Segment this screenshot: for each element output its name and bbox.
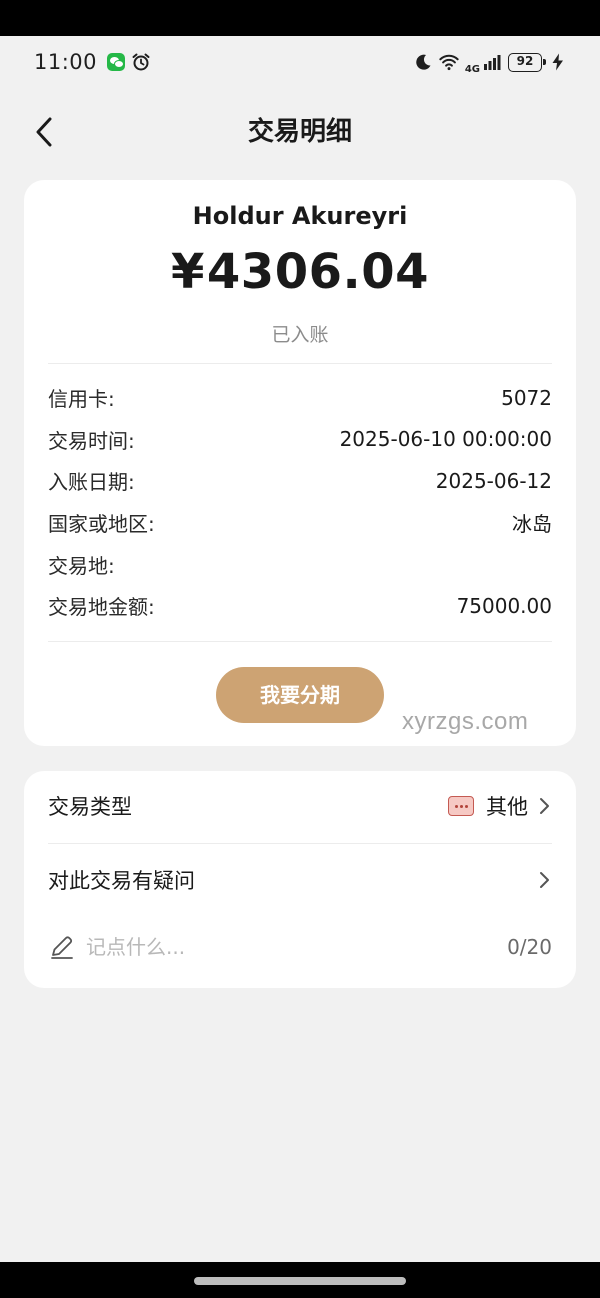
screen: 11:00 4G 92 交易明细 Holdur Akureyri ¥4306.0… (0, 36, 600, 1262)
network-type-label: 4G (464, 63, 480, 75)
navigation-bar (0, 1262, 600, 1298)
dispute-transaction-row[interactable]: 对此交易有疑问 (48, 845, 552, 915)
do-not-disturb-moon-icon (416, 54, 431, 70)
detail-row-card: 信用卡: 5072 (48, 377, 552, 419)
detail-row-local-amount: 交易地金额: 75000.00 (48, 585, 552, 627)
transaction-details: 信用卡: 5072 交易时间: 2025-06-10 00:00:00 入账日期… (48, 377, 552, 627)
detail-value: 冰岛 (512, 512, 552, 537)
status-time: 11:00 (34, 50, 98, 74)
chevron-left-icon (36, 117, 52, 147)
status-bar: 11:00 4G 92 (0, 36, 600, 88)
installment-button[interactable]: 我要分期 (216, 667, 384, 723)
detail-value: 5072 (501, 385, 552, 410)
transaction-type-label: 交易类型 (48, 795, 132, 819)
transaction-type-value: 其他 (486, 795, 528, 819)
detail-label: 交易地: (48, 553, 115, 578)
status-icons: 4G 92 (413, 50, 568, 75)
divider (48, 843, 552, 844)
signal-strength-icon (484, 55, 501, 70)
currency-symbol: ¥ (170, 244, 205, 300)
amount-value: 4306.04 (206, 244, 430, 300)
posting-status: 已入账 (271, 324, 329, 346)
detail-value: 2025-06-10 00:00:00 (339, 427, 552, 452)
watermark: xyrzgs.com (402, 708, 529, 735)
transaction-type-row[interactable]: 交易类型 其他 (48, 771, 552, 841)
detail-row-location: 交易地: (48, 543, 552, 585)
divider (48, 641, 552, 642)
detail-row-country: 国家或地区: 冰岛 (48, 502, 552, 544)
dispute-label: 对此交易有疑问 (48, 869, 195, 893)
detail-row-transaction-time: 交易时间: 2025-06-10 00:00:00 (48, 419, 552, 461)
detail-label: 交易时间: (48, 428, 135, 453)
detail-label: 交易地金额: (48, 595, 155, 620)
divider (48, 363, 552, 364)
detail-value: 2025-06-12 (435, 468, 552, 493)
pencil-icon (51, 936, 73, 959)
transaction-amount: ¥4306.04 (24, 244, 576, 300)
charging-bolt-icon (552, 53, 563, 71)
chevron-right-icon (540, 798, 549, 814)
note-input[interactable] (86, 935, 508, 959)
detail-label: 入账日期: (48, 470, 135, 495)
back-button[interactable] (28, 114, 60, 150)
detail-row-posting-date: 入账日期: 2025-06-12 (48, 460, 552, 502)
detail-value: 75000.00 (456, 593, 552, 618)
detail-label: 国家或地区: (48, 512, 155, 537)
page-title: 交易明细 (247, 117, 352, 147)
merchant-name: Holdur Akureyri (192, 202, 408, 230)
note-row: 0/20 (48, 917, 552, 977)
transaction-actions-card: 交易类型 其他 对此交易有疑问 0/20 (24, 771, 576, 988)
category-other-icon (448, 796, 474, 816)
top-app-bar: 交易明细 (0, 100, 600, 164)
alarm-icon (132, 53, 150, 71)
note-character-count: 0/20 (507, 935, 552, 959)
chevron-right-icon (540, 872, 549, 888)
battery-level: 92 (508, 52, 546, 72)
wifi-icon (439, 54, 459, 71)
detail-label: 信用卡: (48, 387, 115, 412)
home-gesture-handle[interactable] (194, 1277, 406, 1285)
transaction-summary-card: Holdur Akureyri ¥4306.04 已入账 信用卡: 5072 交… (24, 180, 576, 746)
wechat-notification-icon (107, 53, 126, 71)
